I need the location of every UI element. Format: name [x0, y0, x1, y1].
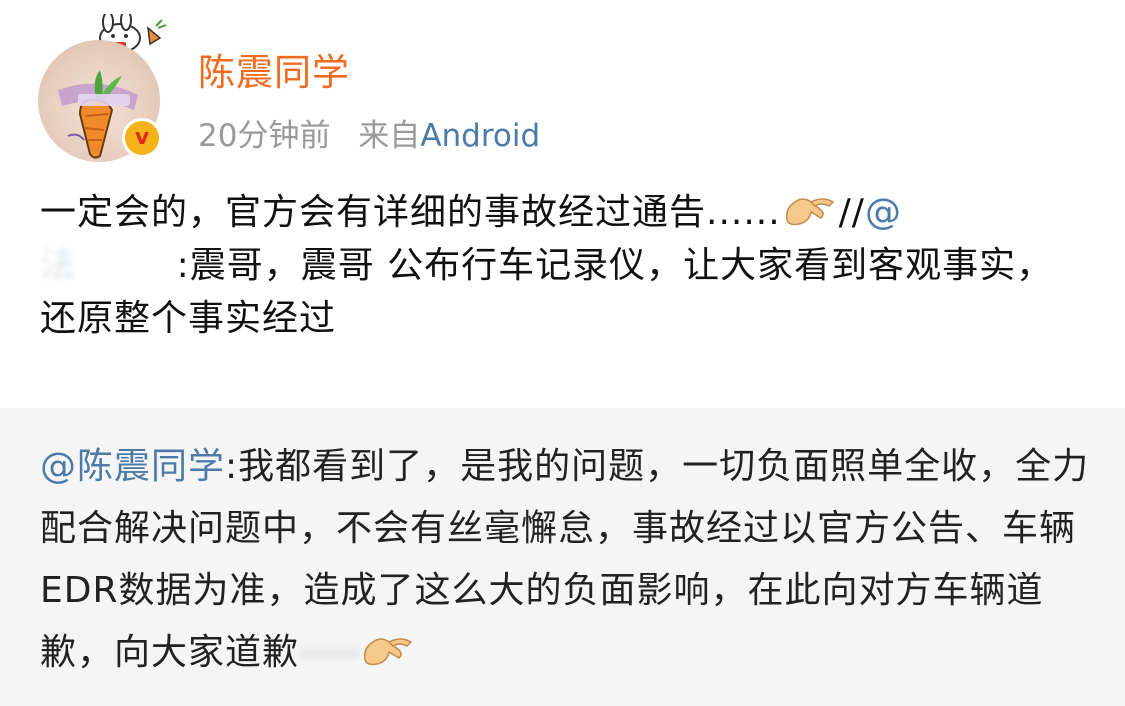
- username[interactable]: 陈震同学: [198, 42, 350, 96]
- mention-blurred[interactable]: 法: [40, 245, 77, 286]
- weibo-post: v 陈震同学 20分钟前 来自Android 一定会的，官方会有详细的事故经过通…: [0, 0, 1125, 408]
- quoted-text: :震哥，震哥 公布行车记录仪，让大家看到客观事实，还原整个事实经过: [40, 245, 1054, 339]
- post-text: 一定会的，官方会有详细的事故经过通告...... //@ 法 :震哥，震哥 公布行…: [40, 186, 1090, 345]
- repost-text: @陈震同学:我都看到了，是我的问题，一切负面照单全收，全力配合解决问题中，不会有…: [40, 436, 1090, 684]
- source-app[interactable]: Android: [420, 118, 540, 154]
- post-meta: 20分钟前 来自Android: [198, 110, 540, 155]
- post-time: 20分钟前: [198, 118, 331, 154]
- source-prefix: 来自: [358, 118, 421, 154]
- mention-blurred-pad: [77, 245, 177, 286]
- blurred-trail: [299, 649, 360, 659]
- pinching-hand-emoji-icon: [785, 198, 834, 226]
- mention-at[interactable]: @: [865, 192, 902, 233]
- repost-container[interactable]: @陈震同学:我都看到了，是我的问题，一切负面照单全收，全力配合解决问题中，不会有…: [0, 408, 1125, 706]
- verified-badge-icon: v: [122, 118, 162, 158]
- repost-separator: //: [838, 192, 865, 233]
- post-text-main: 一定会的，官方会有详细的事故经过通告......: [40, 192, 781, 233]
- repost-mention[interactable]: @陈震同学: [40, 446, 225, 487]
- pinching-hand-emoji-icon: [363, 638, 413, 666]
- avatar-container[interactable]: v: [38, 14, 167, 162]
